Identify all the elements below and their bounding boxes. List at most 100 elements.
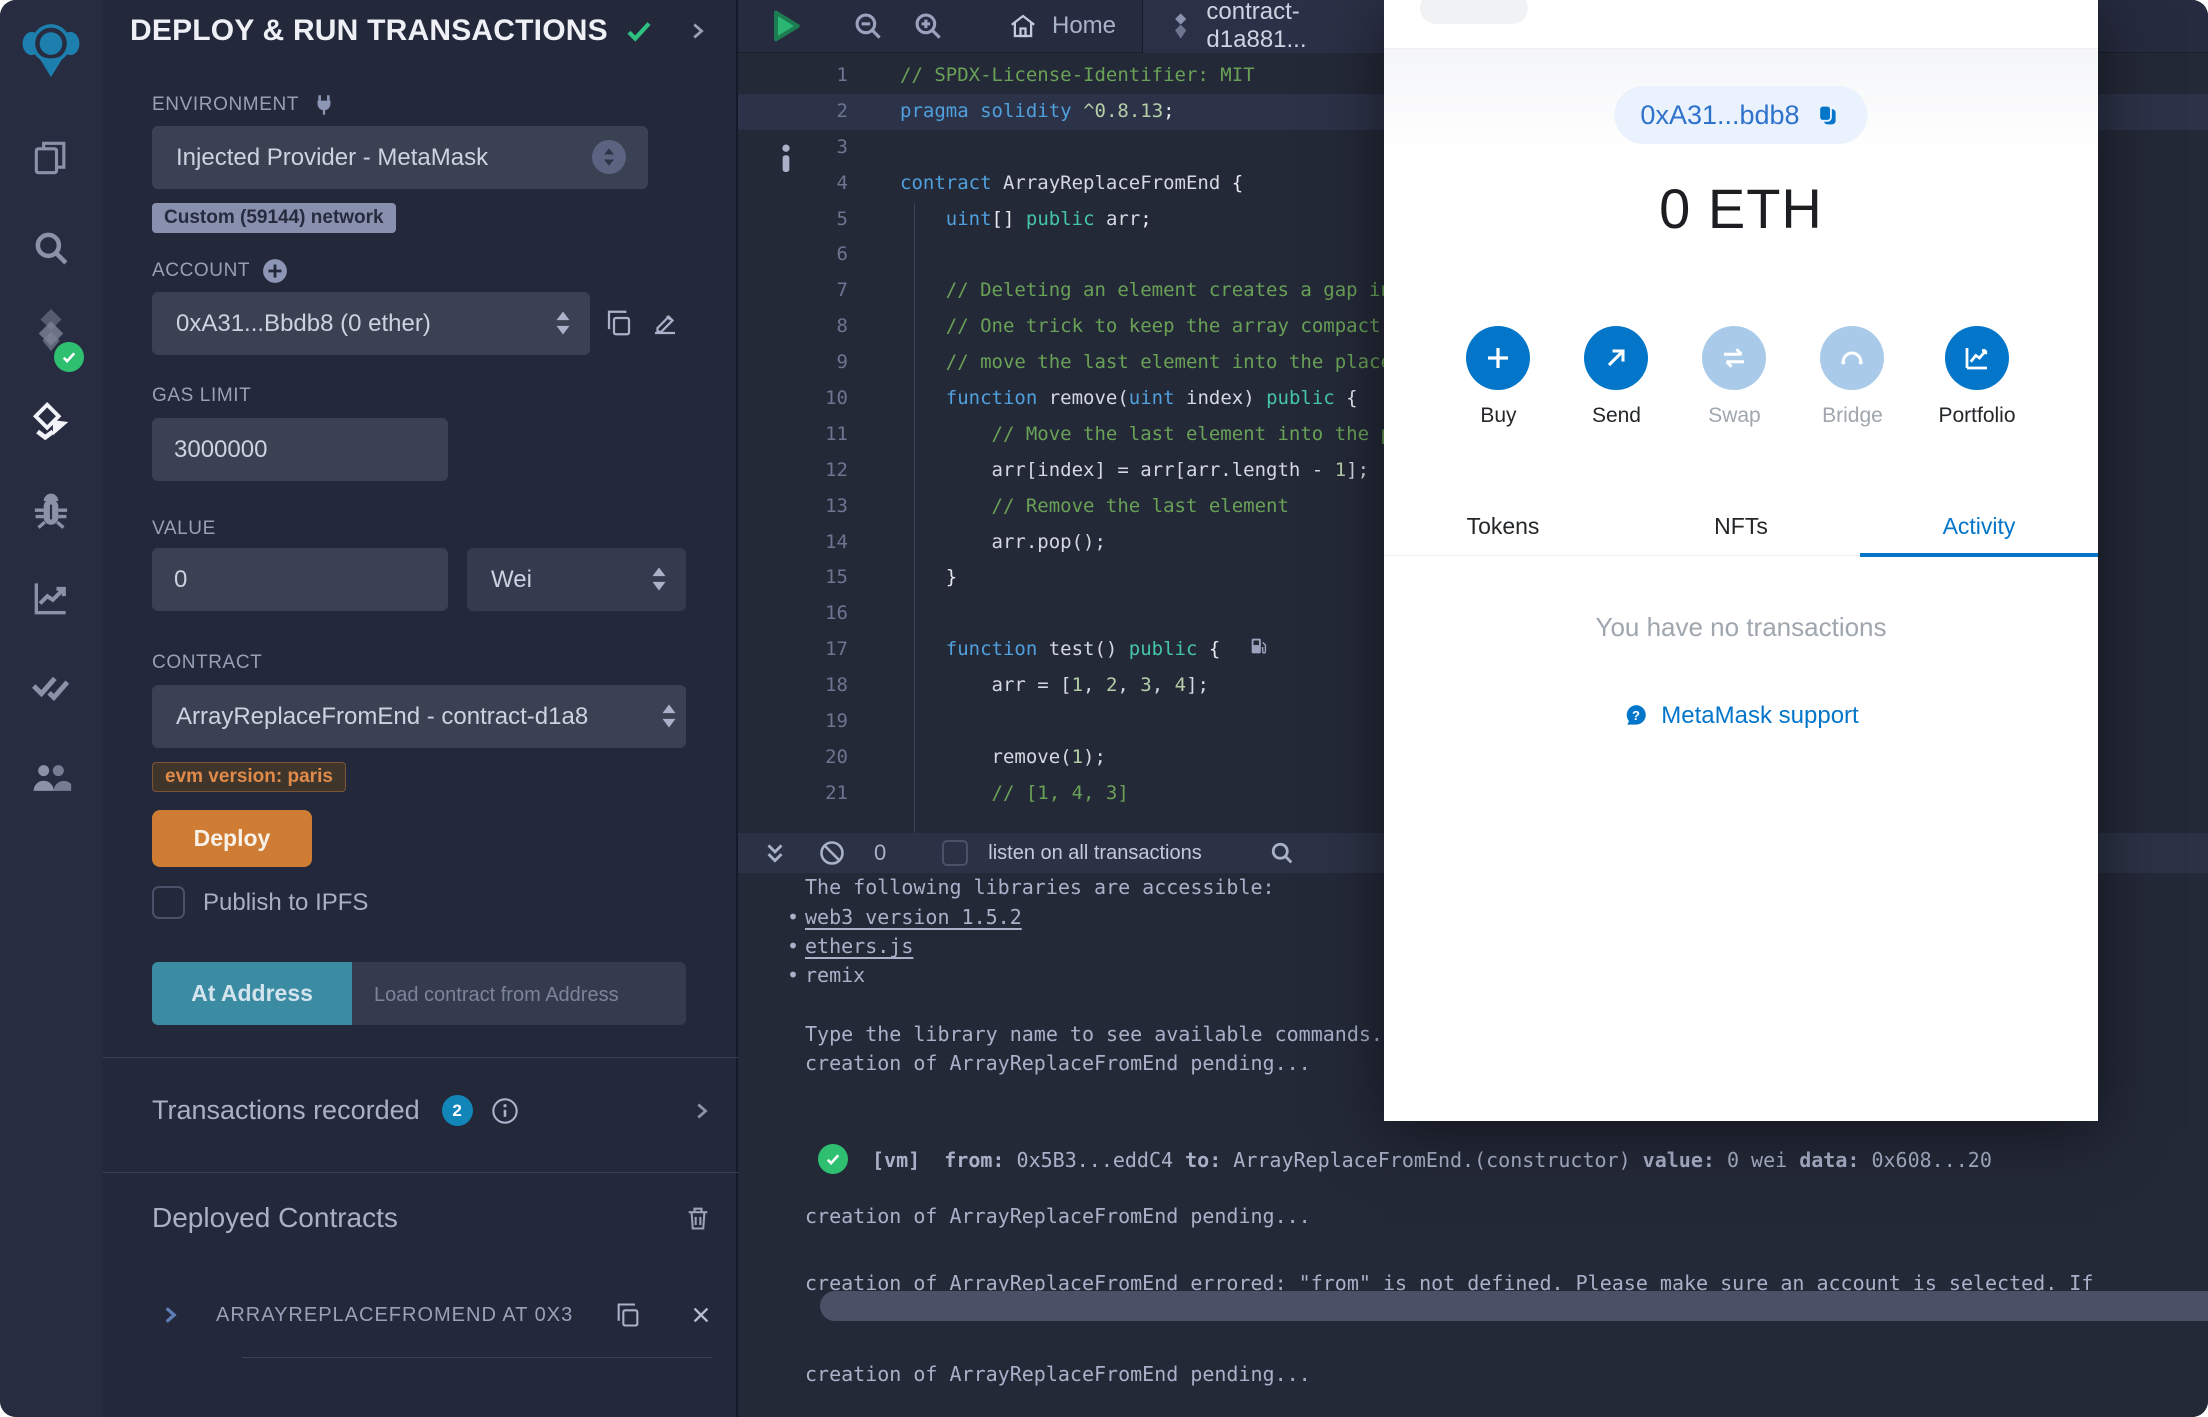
contract-caret-icon (662, 704, 676, 728)
divider (102, 1172, 738, 1173)
action-label: Send (1591, 404, 1641, 427)
tab-home-label: Home (1052, 12, 1117, 39)
deployed-contract-item[interactable]: ARRAYREPLACEFROMEND AT 0X3 (160, 1300, 712, 1330)
environment-caret-icon (592, 140, 626, 174)
copy-address-icon[interactable] (614, 1300, 642, 1330)
send-button[interactable]: Send (1584, 326, 1649, 428)
compiler-success-badge (54, 342, 84, 372)
transactions-recorded-row[interactable]: Transactions recorded 2 (152, 1095, 712, 1126)
unit-testing-icon[interactable] (0, 650, 102, 722)
panel-collapse-chevron-icon[interactable] (686, 20, 708, 42)
at-address-button[interactable]: At Address (152, 962, 352, 1025)
terminal-log-line: creation of ArrayReplaceFromEnd pending.… (805, 1051, 1311, 1075)
tab-nfts[interactable]: NFTs (1622, 498, 1860, 555)
bridge-button[interactable]: Bridge (1820, 326, 1885, 428)
metamask-popup: 0xA31...bdb8 0 ETH Buy Send Swap Bridge Port… (1384, 0, 2098, 1121)
title-check-icon (627, 22, 651, 42)
copy-account-icon[interactable] (604, 306, 634, 340)
line-number: 14 (825, 530, 848, 553)
at-address-field (352, 962, 686, 1025)
transactions-info-icon[interactable] (491, 1097, 519, 1125)
line-number: 3 (836, 135, 848, 158)
terminal-log-line: creation of ArrayReplaceFromEnd pending.… (805, 1204, 1311, 1228)
plugin-manager-icon[interactable] (0, 742, 102, 814)
gas-limit-label: GAS LIMIT (152, 385, 252, 406)
zoom-out-icon[interactable] (838, 9, 898, 43)
action-label: Bridge (1822, 404, 1883, 427)
plus-icon (1466, 326, 1531, 390)
swap-arrows-icon (1702, 326, 1767, 390)
tab-activity[interactable]: Activity (1860, 498, 2098, 557)
account-address-pill[interactable]: 0xA31...bdb8 (1614, 86, 1868, 144)
terminal-library-link[interactable]: web3 version 1.5.2 (805, 905, 1022, 929)
at-address-input[interactable] (352, 979, 686, 1008)
solidity-compiler-icon[interactable] (0, 294, 102, 372)
portfolio-button[interactable]: Portfolio (1938, 326, 2016, 428)
debugger-icon[interactable] (0, 476, 102, 548)
tab-home[interactable]: Home (982, 0, 1142, 53)
terminal-count: 0 (874, 840, 887, 865)
swap-button[interactable]: Swap (1702, 326, 1767, 428)
edit-account-icon[interactable] (650, 306, 680, 340)
buy-button[interactable]: Buy (1466, 326, 1531, 428)
success-check-icon (818, 1144, 848, 1174)
deploy-run-icon[interactable] (0, 386, 102, 458)
value-label: VALUE (152, 518, 216, 539)
terminal-log-line: • remix (787, 963, 866, 987)
deploy-run-panel: DEPLOY & RUN TRANSACTIONS ENVIRONMENT In… (102, 0, 790, 1417)
account-select[interactable]: 0xA31...Bbdb8 (0 ether) (152, 292, 590, 355)
metamask-support-link[interactable]: ? MetaMask support (1384, 702, 2098, 730)
gas-estimate-icon[interactable] (1248, 634, 1270, 671)
remix-logo[interactable] (0, 10, 102, 90)
analytics-icon[interactable] (0, 562, 102, 634)
tab-tokens[interactable]: Tokens (1384, 498, 1622, 555)
deploy-button[interactable]: Deploy (152, 810, 312, 867)
question-bubble-icon: ? (1626, 705, 1647, 725)
environment-select[interactable]: Injected Provider - MetaMask (152, 126, 648, 189)
add-account-icon[interactable] (262, 258, 288, 284)
solidity-file-icon (1175, 13, 1187, 39)
line-number: 12 (825, 458, 848, 481)
tab-contract-label: contract-d1a881... (1206, 0, 1307, 53)
item-expand-chevron-icon[interactable] (160, 1305, 180, 1325)
terminal-horizontal-scrollbar[interactable] (820, 1291, 2208, 1321)
deployed-contracts-title: Deployed Contracts (152, 1202, 398, 1233)
value-unit-select[interactable]: Wei (467, 548, 686, 611)
action-label: Swap (1708, 404, 1761, 427)
account-label: ACCOUNT (152, 258, 288, 284)
run-script-button[interactable] (756, 6, 816, 46)
terminal-expand-icon[interactable] (762, 840, 788, 866)
plug-icon[interactable] (311, 92, 337, 118)
line-number: 16 (825, 602, 848, 625)
file-explorer-icon[interactable] (0, 122, 102, 194)
terminal-library-link[interactable]: ethers.js (805, 934, 913, 958)
account-caret-icon (556, 311, 570, 335)
line-number: 15 (825, 566, 848, 589)
remove-contract-icon[interactable] (690, 1304, 712, 1326)
account-value: 0xA31...Bbdb8 (0 ether) (176, 309, 431, 337)
environment-info-icon[interactable] (774, 144, 798, 172)
page-title: DEPLOY & RUN TRANSACTIONS (130, 14, 608, 47)
bullet: • (787, 963, 800, 987)
terminal-search-icon[interactable] (1268, 839, 1296, 867)
value-input[interactable] (152, 565, 448, 594)
line-number: 9 (836, 351, 848, 374)
home-icon (1011, 14, 1035, 38)
gas-limit-input[interactable] (152, 435, 448, 464)
tab-contract[interactable]: contract-d1a881... (1142, 0, 1423, 53)
contract-select[interactable]: ArrayReplaceFromEnd - contract-d1a8 (152, 685, 686, 748)
transactions-recorded-label: Transactions recorded (152, 1095, 420, 1125)
clear-console-icon[interactable] (818, 839, 846, 867)
transactions-expand-chevron-icon[interactable] (690, 1100, 712, 1122)
zoom-in-icon[interactable] (898, 9, 958, 43)
line-number: 17 (825, 638, 848, 661)
search-icon[interactable] (0, 212, 102, 284)
terminal-log-line: Type the library name to see available c… (805, 1022, 1383, 1046)
publish-ipfs-checkbox[interactable] (152, 886, 185, 919)
line-number: 8 (836, 315, 848, 338)
trash-icon[interactable] (684, 1203, 712, 1233)
portfolio-chart-icon (1944, 326, 2009, 390)
listen-transactions-checkbox[interactable] (942, 840, 969, 866)
unit-caret-icon (652, 567, 666, 591)
terminal-log-line: The following libraries are accessible: (805, 875, 1275, 899)
